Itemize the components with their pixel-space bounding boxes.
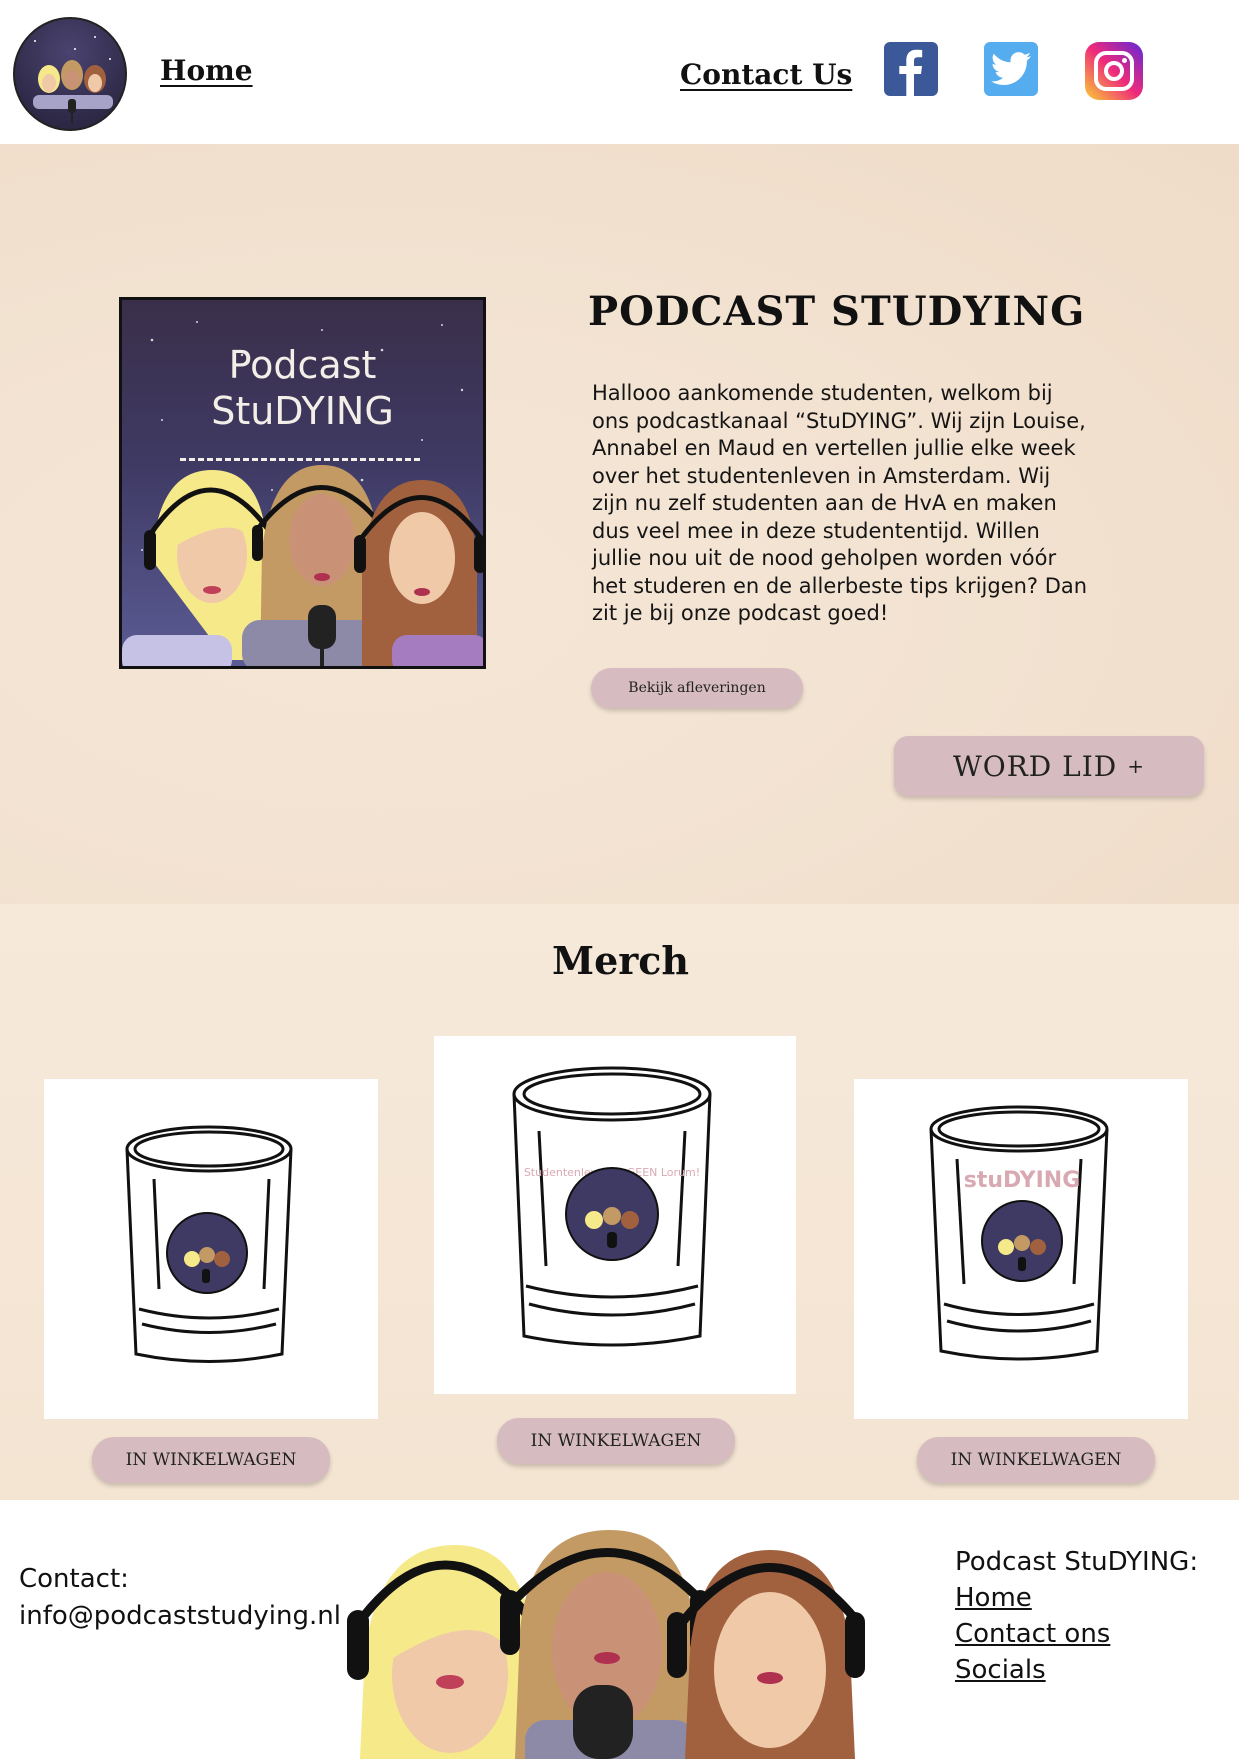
footer-link-home[interactable]: Home [955, 1580, 1198, 1616]
footer-link-socials[interactable]: Socials [955, 1652, 1198, 1688]
podcast-intro-text: Hallooo aankomende studenten, welkom bij… [592, 381, 1088, 625]
twitter-icon[interactable] [984, 42, 1038, 96]
nav-contact-link[interactable]: Contact Us [680, 58, 852, 91]
join-button[interactable]: WORD LID + [894, 736, 1204, 796]
podcast-cover-image: Podcast StuDYING [119, 297, 486, 669]
facebook-icon[interactable] [884, 42, 938, 96]
podcasters-illustration [345, 1530, 905, 1759]
view-episodes-button[interactable]: Bekijk afleveringen [591, 668, 803, 708]
footer-link-contact[interactable]: Contact ons [955, 1616, 1198, 1652]
join-button-label: WORD LID [952, 750, 1118, 783]
nav-home-link[interactable]: Home [160, 54, 253, 87]
add-to-cart-button[interactable]: IN WINKELWAGEN [92, 1437, 330, 1483]
cover-divider [180, 458, 420, 461]
product-card[interactable] [44, 1079, 378, 1419]
merch-title: Merch [552, 938, 690, 983]
cover-title-line2: StuDYING [211, 389, 394, 433]
contact-label: Contact: [19, 1564, 129, 1594]
cover-title-line1: Podcast [228, 343, 377, 387]
product-print-text: stuDYING [964, 1168, 1081, 1193]
podcast-title: PODCAST STUDYING [588, 288, 1086, 335]
site-header: Home Contact Us [0, 0, 1239, 144]
instagram-icon[interactable] [1085, 42, 1143, 100]
add-to-cart-button[interactable]: IN WINKELWAGEN [497, 1418, 735, 1464]
footer-links: Podcast StuDYING: Home Contact ons Socia… [955, 1544, 1198, 1688]
podcast-logo[interactable] [13, 17, 127, 131]
footer-heading: Podcast StuDYING: [955, 1547, 1199, 1577]
product-card[interactable]: stuDYING [854, 1079, 1188, 1419]
product-card[interactable]: Studentenleven is GEEN Lorum! [434, 1036, 796, 1394]
add-to-cart-button[interactable]: IN WINKELWAGEN [917, 1437, 1155, 1483]
plus-icon: + [1127, 754, 1146, 778]
contact-email[interactable]: info@podcaststudying.nl [19, 1601, 341, 1631]
